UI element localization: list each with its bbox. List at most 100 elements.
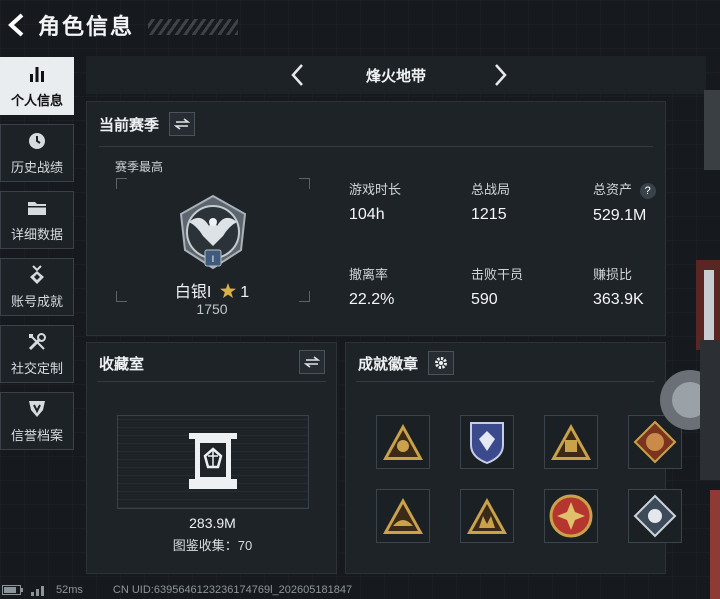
achievement-badge[interactable] xyxy=(544,489,598,543)
frame-corner xyxy=(116,178,127,189)
stat-extraction-rate: 撤离率 22.2% xyxy=(349,264,394,309)
triangle-badge-icon xyxy=(383,424,423,460)
status-footer: 52ms CN UID:6395646123236174769l_2026051… xyxy=(0,580,720,599)
achievement-badge[interactable] xyxy=(376,489,430,543)
gear-icon xyxy=(435,357,448,369)
stat-total-matches: 总战局 1215 xyxy=(471,179,510,224)
achievement-badge[interactable] xyxy=(544,415,598,469)
character-model xyxy=(660,90,720,599)
frame-corner xyxy=(299,178,310,189)
sidebar-item-reputation[interactable]: 信誉档案 xyxy=(0,392,74,450)
svg-text:I: I xyxy=(212,255,215,265)
achievement-badge[interactable] xyxy=(460,489,514,543)
sidebar: 个人信息 历史战绩 详细数据 账号成就 社交定制 信誉档案 xyxy=(0,57,76,459)
season-panel-header: 当前赛季 xyxy=(99,112,196,136)
season-switch-button[interactable] xyxy=(169,112,196,136)
shield-icon xyxy=(26,399,48,419)
stat-label: 总战局 xyxy=(471,182,511,197)
chevron-right-icon xyxy=(495,64,507,86)
frame-corner xyxy=(116,291,127,302)
stat-label: 总资产 xyxy=(593,182,633,197)
cross-medal-icon xyxy=(549,494,593,538)
season-title: 当前赛季 xyxy=(99,116,160,134)
stat-value: 22.2% xyxy=(349,291,395,308)
divider xyxy=(356,381,655,382)
stat-label: 撤离率 xyxy=(349,267,389,282)
frame-corner xyxy=(299,291,310,302)
stat-value: 529.1M xyxy=(593,207,647,224)
stat-value: 1215 xyxy=(471,206,507,223)
stat-profit-ratio: 赚损比 363.9K xyxy=(593,264,644,309)
stat-label: 赚损比 xyxy=(593,267,633,282)
stat-value: 590 xyxy=(471,291,498,308)
triangle-badge-icon xyxy=(551,424,591,460)
sidebar-item-label: 历史战绩 xyxy=(10,159,63,175)
player-uid: CN UID:6395646123236174769l_202605181847 xyxy=(112,583,353,596)
stat-value: 363.9K xyxy=(593,291,644,308)
divider xyxy=(99,146,653,147)
swap-icon xyxy=(174,118,191,130)
stat-total-assets: 总资产 ? 529.1M xyxy=(593,179,656,225)
rank-name: 白银I xyxy=(174,284,212,301)
mode-name: 烽火地带 xyxy=(365,67,426,85)
star-icon xyxy=(219,283,236,298)
stat-playtime: 游戏时长 104h xyxy=(349,179,401,224)
title-decoration xyxy=(148,19,239,35)
back-button[interactable] xyxy=(2,5,32,45)
tools-icon xyxy=(26,332,48,352)
chevron-left-icon xyxy=(8,13,24,37)
stat-value: 104h xyxy=(349,206,385,223)
help-icon[interactable]: ? xyxy=(639,183,656,199)
achievements-settings-button[interactable] xyxy=(428,351,455,375)
sidebar-item-details[interactable]: 详细数据 xyxy=(0,191,74,249)
police-badge-icon xyxy=(470,422,504,465)
stat-kills: 击败干员 590 xyxy=(471,264,523,309)
display-case-icon xyxy=(189,433,237,489)
clock-icon xyxy=(26,131,48,151)
triangle-badge-icon xyxy=(467,498,507,534)
folder-icon xyxy=(26,198,48,218)
signal-icon xyxy=(31,585,44,596)
divider xyxy=(97,381,326,382)
collection-title: 收藏室 xyxy=(99,356,145,373)
achievements-title: 成就徽章 xyxy=(358,355,419,373)
bar-chart-icon xyxy=(26,64,48,84)
sidebar-item-social[interactable]: 社交定制 xyxy=(0,325,74,383)
achievement-badge[interactable] xyxy=(376,415,430,469)
rank-stars: 1 xyxy=(240,284,250,301)
mode-selector: 烽火地带 xyxy=(86,56,706,94)
catalog-count: 图鉴收集：70 xyxy=(172,538,253,553)
sidebar-item-label: 账号成就 xyxy=(10,293,63,309)
stat-label: 击败干员 xyxy=(471,267,524,282)
sidebar-item-achievements[interactable]: 账号成就 xyxy=(0,258,74,316)
next-mode-button[interactable] xyxy=(486,60,514,90)
stat-label-row: 总资产 ? xyxy=(593,179,656,199)
collection-panel: 收藏室 283.9M 图鉴收集：70 xyxy=(86,342,337,574)
achievements-panel: 成就徽章 xyxy=(345,342,682,574)
collection-panel-header: 收藏室 xyxy=(99,353,144,374)
rank-label: 白银I 1 xyxy=(147,278,277,302)
collection-value: 283.9M xyxy=(189,515,236,531)
rank-score: 1750 xyxy=(196,301,228,317)
battery-icon xyxy=(2,584,23,595)
top-bar: 角色信息 xyxy=(0,0,720,50)
collection-switch-button[interactable] xyxy=(299,350,325,374)
page-title: 角色信息 xyxy=(38,14,135,39)
medal-icon xyxy=(26,264,48,285)
season-best-label: 赛季最高 xyxy=(115,160,164,174)
season-panel: 当前赛季 赛季最高 I 白银I 1 1750 游戏时长 104h 总战局 121… xyxy=(86,101,666,336)
achievement-badge[interactable] xyxy=(460,415,514,469)
swap-icon xyxy=(304,356,320,368)
chevron-left-icon xyxy=(291,64,303,86)
latency: 52ms xyxy=(56,583,83,596)
sidebar-item-history[interactable]: 历史战绩 xyxy=(0,124,74,182)
triangle-badge-icon xyxy=(383,498,423,534)
silver-rank-emblem: I xyxy=(179,194,247,270)
sidebar-item-profile[interactable]: 个人信息 xyxy=(0,57,74,115)
achievements-panel-header: 成就徽章 xyxy=(358,351,455,375)
prev-mode-button[interactable] xyxy=(284,60,312,90)
sidebar-item-label: 个人信息 xyxy=(10,92,63,108)
sidebar-item-label: 信誉档案 xyxy=(10,427,63,443)
sidebar-item-label: 详细数据 xyxy=(10,226,63,242)
stat-label: 游戏时长 xyxy=(349,182,402,197)
